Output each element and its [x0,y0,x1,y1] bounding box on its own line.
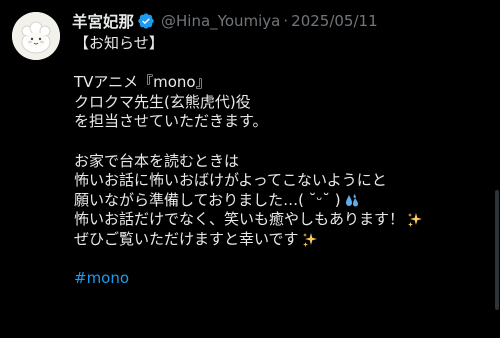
tweet-text: 願いながら準備しておりました…( ˘ᵕ˘ ) [74,190,341,209]
separator-dot: · [283,12,289,30]
tweet-text: を担当させていただきます。 [74,112,268,131]
user-handle[interactable]: @Hina_Youmiya [161,12,280,30]
tweet-line: を担当させていただきます。 [74,112,494,132]
avatar[interactable] [12,12,60,60]
sweat-droplets-icon [344,193,360,209]
tweet-line: #mono [74,269,494,289]
tweet-date[interactable]: 2025/05/11 [291,12,377,30]
tweet-line: 怖いお話だけでなく、笑いも癒やしもあります！ [74,210,494,230]
tweet-text: 怖いお話だけでなく、笑いも癒やしもあります！ [74,210,405,229]
verified-badge-icon[interactable] [137,12,155,30]
tweet-text: TVアニメ『mono』 [74,73,211,92]
sheep-avatar-icon [12,12,60,60]
tweet-line: 怖いお話に怖いおばけがよってこないようにと [74,171,494,191]
tweet-line: TVアニメ『mono』 [74,73,494,93]
tweet-line: お家で台本を読むときは [74,152,494,172]
tweet: 羊宮妃那 @Hina_Youmiya · 2025/05/11 【お知らせ】 T… [0,0,500,338]
tweet-body: 【お知らせ】 TVアニメ『mono』 クロクマ先生(玄熊虎代)役 を担当させてい… [74,34,494,289]
sparkles-icon [302,232,318,248]
tweet-text: 【お知らせ】 [74,34,164,52]
tweet-text: クロクマ先生(玄熊虎代)役 [74,92,251,111]
scrollbar[interactable] [495,190,499,310]
tweet-line: ぜひご覧いただけますと幸いです [74,230,494,250]
hashtag-link[interactable]: #mono [74,269,129,289]
tweet-line: 【お知らせ】 [74,34,494,54]
sparkles-icon [407,212,423,228]
tweet-text: 怖いお話に怖いおばけがよってこないようにと [74,171,387,190]
tweet-line: クロクマ先生(玄熊虎代)役 [74,93,494,113]
tweet-text: ぜひご覧いただけますと幸いです [74,229,299,248]
tweet-text: お家で台本を読むときは [74,151,240,170]
tweet-line: 願いながら準備しておりました…( ˘ᵕ˘ ) [74,191,494,211]
display-name[interactable]: 羊宮妃那 [72,10,134,32]
tweet-header: 羊宮妃那 @Hina_Youmiya · 2025/05/11 [72,10,378,32]
